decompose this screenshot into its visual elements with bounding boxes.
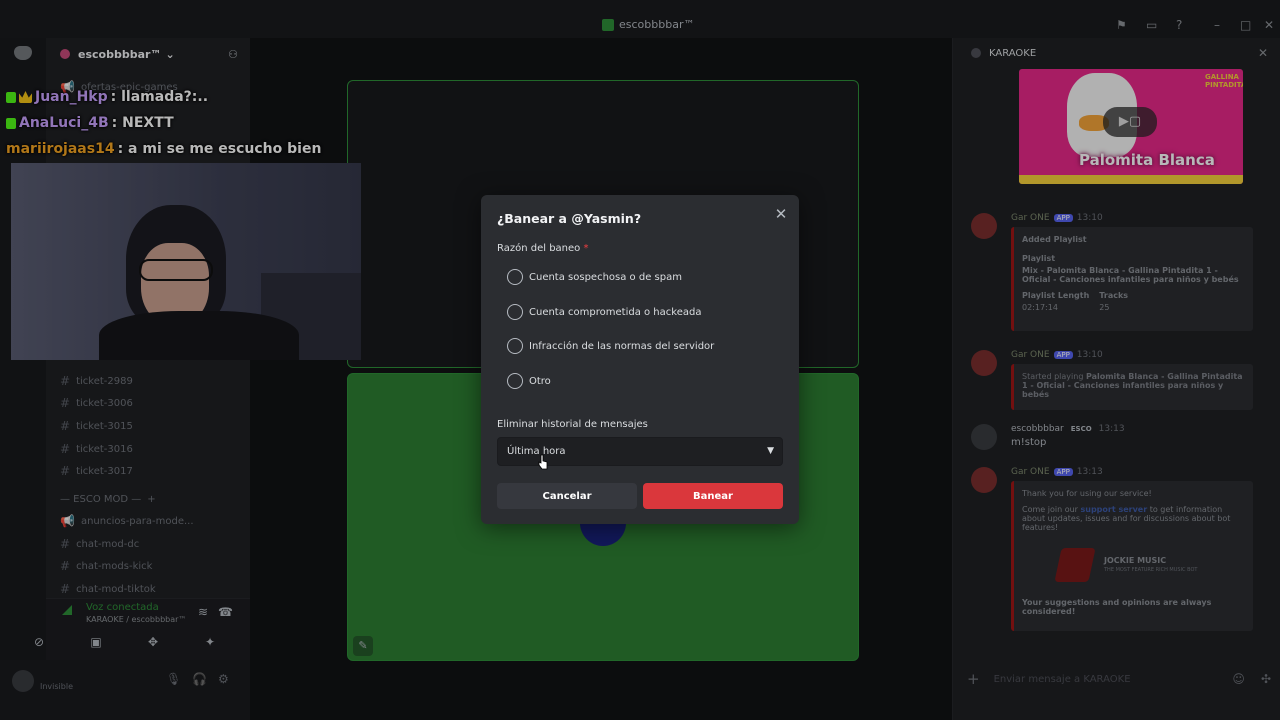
- reason-option-label: Infracción de las normas del servidor: [529, 340, 715, 352]
- ban-button[interactable]: Banear: [643, 483, 783, 509]
- reason-option-rules[interactable]: Infracción de las normas del servidor: [507, 336, 714, 356]
- reason-option-other[interactable]: Otro: [507, 371, 551, 391]
- radio-button[interactable]: [507, 304, 523, 320]
- reason-label-text: Razón del baneo: [497, 243, 581, 254]
- reason-label: Razón del baneo *: [497, 243, 588, 254]
- reason-option-spam[interactable]: Cuenta sospechosa o de spam: [507, 267, 682, 287]
- reason-option-hacked[interactable]: Cuenta comprometida o hackeada: [507, 302, 701, 322]
- radio-button[interactable]: [507, 338, 523, 354]
- reason-option-label: Cuenta comprometida o hackeada: [529, 306, 702, 318]
- close-icon[interactable]: ✕: [773, 206, 789, 222]
- reason-option-label: Otro: [529, 375, 551, 387]
- hand-cursor-icon: [538, 454, 548, 470]
- radio-button[interactable]: [507, 373, 523, 389]
- chevron-down-icon: ▼: [767, 446, 774, 456]
- ban-dialog: ¿Banear a @Yasmin? ✕ Razón del baneo * C…: [481, 195, 799, 524]
- history-select-value: Última hora: [507, 446, 566, 457]
- radio-button[interactable]: [507, 269, 523, 285]
- history-label: Eliminar historial de mensajes: [497, 419, 648, 430]
- required-mark: *: [583, 243, 589, 254]
- discord-app: escobbbbar™ ⚑ ▭ ? – □ ✕ escobbbbar™ ⌄ ⚇ …: [0, 0, 1280, 720]
- dialog-title: ¿Banear a @Yasmin?: [497, 211, 642, 226]
- cancel-button[interactable]: Cancelar: [497, 483, 637, 509]
- reason-option-label: Cuenta sospechosa o de spam: [529, 271, 682, 283]
